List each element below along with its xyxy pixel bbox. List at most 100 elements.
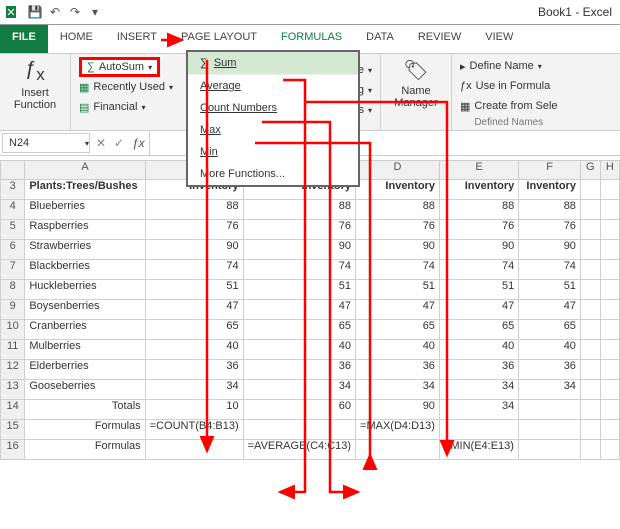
use-in-formula-button[interactable]: ƒxUse in Formula — [458, 76, 560, 96]
cell[interactable]: 90 — [243, 240, 355, 260]
cell[interactable]: 74 — [356, 260, 440, 280]
financial-button[interactable]: ▤Financial ▾ — [77, 97, 193, 117]
row-header[interactable]: 7 — [1, 260, 25, 280]
cell[interactable]: Huckleberries — [25, 280, 145, 300]
cell[interactable]: Inventory — [356, 180, 440, 200]
col-header[interactable]: G — [580, 161, 600, 180]
row-header[interactable]: 12 — [1, 360, 25, 380]
dropdown-item-count[interactable]: Count Numbers — [188, 97, 358, 119]
row-header[interactable]: 6 — [1, 240, 25, 260]
cell[interactable] — [580, 320, 600, 340]
cell[interactable]: 36 — [439, 360, 518, 380]
cell[interactable] — [600, 280, 619, 300]
cell[interactable] — [580, 280, 600, 300]
cell[interactable]: 74 — [439, 260, 518, 280]
cell[interactable]: 36 — [356, 360, 440, 380]
cell[interactable]: 36 — [519, 360, 581, 380]
cell[interactable]: Blackberries — [25, 260, 145, 280]
cell[interactable] — [145, 440, 243, 460]
col-header[interactable]: E — [439, 161, 518, 180]
cell[interactable] — [600, 400, 619, 420]
tab-home[interactable]: HOME — [48, 25, 105, 53]
row-header[interactable]: 9 — [1, 300, 25, 320]
cell[interactable]: Formulas — [25, 420, 145, 440]
cell[interactable]: 88 — [439, 200, 518, 220]
cell[interactable] — [600, 240, 619, 260]
cell[interactable]: 40 — [356, 340, 440, 360]
row-header[interactable]: 15 — [1, 420, 25, 440]
cell[interactable] — [600, 180, 619, 200]
cell[interactable]: 51 — [243, 280, 355, 300]
cell[interactable]: 65 — [243, 320, 355, 340]
cell[interactable]: Strawberries — [25, 240, 145, 260]
dropdown-item-max[interactable]: Max — [188, 119, 358, 141]
cell[interactable]: 47 — [243, 300, 355, 320]
cell[interactable]: 40 — [243, 340, 355, 360]
cell[interactable]: 65 — [356, 320, 440, 340]
col-header[interactable]: D — [356, 161, 440, 180]
cell[interactable]: 40 — [439, 340, 518, 360]
cell[interactable]: 40 — [145, 340, 243, 360]
cell[interactable] — [519, 420, 581, 440]
cell[interactable] — [600, 320, 619, 340]
cell[interactable]: 65 — [519, 320, 581, 340]
tab-view[interactable]: VIEW — [473, 25, 525, 53]
fx-icon[interactable]: ƒx — [132, 136, 145, 150]
cell[interactable] — [519, 440, 581, 460]
cell[interactable]: 51 — [439, 280, 518, 300]
cell[interactable] — [600, 200, 619, 220]
cell[interactable]: 51 — [356, 280, 440, 300]
row-header[interactable]: 10 — [1, 320, 25, 340]
cell[interactable]: 36 — [243, 360, 355, 380]
undo-icon[interactable]: ↶ — [48, 5, 62, 19]
autosum-button[interactable]: ∑ AutoSum ▾ — [79, 57, 160, 77]
cell[interactable] — [600, 300, 619, 320]
cell[interactable]: 88 — [145, 200, 243, 220]
cell[interactable]: 36 — [145, 360, 243, 380]
cell[interactable]: Elderberries — [25, 360, 145, 380]
cell[interactable] — [356, 440, 440, 460]
row-header[interactable]: 4 — [1, 200, 25, 220]
row-header[interactable]: 11 — [1, 340, 25, 360]
cell[interactable]: =MAX(D4:D13) — [356, 420, 440, 440]
dropdown-item-sum[interactable]: ∑Sum — [188, 52, 358, 75]
cell[interactable] — [243, 420, 355, 440]
cell[interactable]: Plants:Trees/Bushes — [25, 180, 145, 200]
create-from-selection-button[interactable]: ▦Create from Sele — [458, 96, 560, 116]
cell[interactable] — [580, 200, 600, 220]
enter-icon[interactable]: ✓ — [110, 136, 128, 150]
dropdown-item-min[interactable]: Min — [188, 141, 358, 163]
cell[interactable]: 47 — [145, 300, 243, 320]
cell[interactable]: 74 — [519, 260, 581, 280]
row-header[interactable]: 3 — [1, 180, 25, 200]
cell[interactable]: 34 — [519, 380, 581, 400]
cell[interactable] — [600, 360, 619, 380]
cell[interactable]: 60 — [243, 400, 355, 420]
cell[interactable]: 90 — [145, 240, 243, 260]
cell[interactable]: 88 — [243, 200, 355, 220]
cell[interactable] — [580, 440, 600, 460]
cell[interactable]: 51 — [145, 280, 243, 300]
cell[interactable]: Inventory — [439, 180, 518, 200]
cell[interactable] — [600, 420, 619, 440]
cell[interactable]: Cranberries — [25, 320, 145, 340]
save-icon[interactable]: 💾 — [28, 5, 42, 19]
row-header[interactable]: 8 — [1, 280, 25, 300]
tab-formulas[interactable]: FORMULAS — [269, 25, 354, 53]
row-header[interactable]: 16 — [1, 440, 25, 460]
col-header[interactable] — [1, 161, 25, 180]
cell[interactable] — [580, 240, 600, 260]
cell[interactable]: Boysenberries — [25, 300, 145, 320]
cell[interactable]: 51 — [519, 280, 581, 300]
cell[interactable]: 90 — [356, 240, 440, 260]
row-header[interactable]: 14 — [1, 400, 25, 420]
row-header[interactable]: 5 — [1, 220, 25, 240]
cell[interactable]: 47 — [439, 300, 518, 320]
col-header[interactable]: A — [25, 161, 145, 180]
cell[interactable]: 76 — [356, 220, 440, 240]
cell[interactable] — [600, 440, 619, 460]
cell[interactable] — [580, 360, 600, 380]
cell[interactable]: 74 — [145, 260, 243, 280]
cell[interactable]: =COUNT(B4:B13) — [145, 420, 243, 440]
cell[interactable] — [580, 220, 600, 240]
